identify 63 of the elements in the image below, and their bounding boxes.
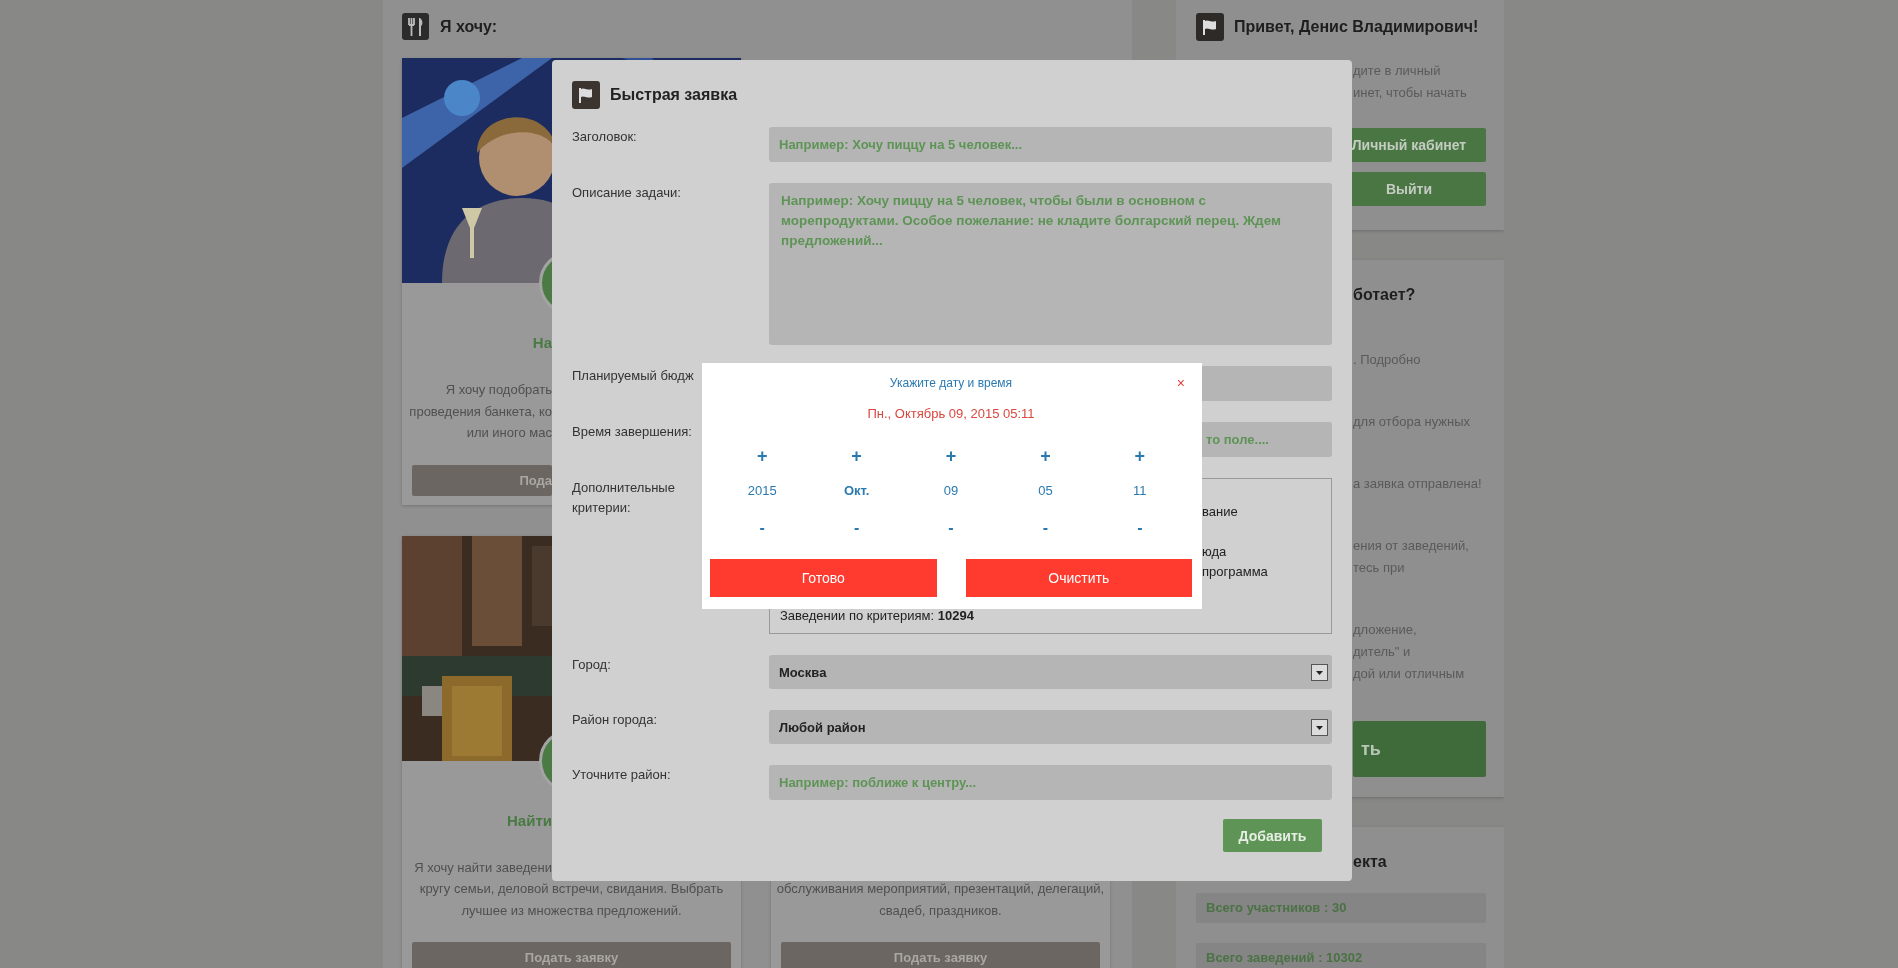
- card-text: или иного мас: [465, 424, 552, 442]
- picker-button[interactable]: Очистить: [965, 559, 1192, 597]
- increment-button[interactable]: +: [847, 446, 866, 466]
- caret-icon[interactable]: [1311, 663, 1328, 681]
- close-button[interactable]: ×: [1176, 376, 1185, 390]
- criteria-count: Заведении по критериям: 10294: [780, 608, 975, 624]
- card-title: Привет, Денис Владимирович!: [1234, 16, 1479, 37]
- picker-value[interactable]: 2015: [747, 481, 777, 501]
- increment-button[interactable]: +: [941, 446, 961, 466]
- field-label: Планируемый бюдж: [572, 367, 695, 385]
- field-label: Описание задачи:: [572, 184, 682, 202]
- card-text: кругу семьи, деловой встречи, свидания. Выбрать: [418, 880, 725, 898]
- submit-button[interactable]: Пода: [412, 464, 552, 496]
- cutlery-icon: [402, 13, 429, 40]
- increment-button[interactable]: +: [752, 446, 772, 466]
- card-title: Найти: [506, 810, 552, 831]
- section-title: Я хочу:: [440, 17, 498, 36]
- picker-value[interactable]: Окт.: [843, 481, 870, 501]
- criteria-item[interactable]: вание: [1202, 502, 1321, 522]
- card-text: обслуживания мероприятий, презентаций, делегаций,: [775, 880, 1106, 898]
- increment-button[interactable]: +: [1036, 446, 1055, 466]
- card-text: Я хочу подобрать: [444, 381, 552, 399]
- text-area[interactable]: Например: Хочу пиццу на 5 человек, чтобы были в основном с морепродуктами. Особое пожелание: не кладите болгарский перец. Ждем предложений...: [769, 183, 1332, 345]
- decrement-button[interactable]: -: [1133, 518, 1147, 538]
- card-text: проведения банкета, ко: [408, 402, 552, 421]
- field-label: Район города:: [572, 711, 659, 729]
- picker-button[interactable]: Готово: [710, 559, 937, 597]
- card-text: Я хочу найти заведени: [413, 858, 552, 877]
- select-field[interactable]: Москва: [769, 655, 1332, 689]
- card-title: екта: [1353, 852, 1388, 872]
- submit-button[interactable]: Подать заявку: [781, 942, 1100, 968]
- submit-button[interactable]: Подать заявку: [412, 942, 731, 968]
- decrement-button[interactable]: -: [755, 518, 769, 538]
- select-field[interactable]: Любой район: [769, 710, 1332, 744]
- picker-value[interactable]: 05: [1038, 481, 1053, 501]
- picker-value[interactable]: 09: [943, 481, 959, 501]
- card-text: лучшее из множества предложений.: [460, 901, 683, 920]
- field-label: Заголовок:: [572, 128, 638, 146]
- flag-icon: [572, 81, 600, 109]
- selected-date: Пн., Октябрь 09, 2015 05:11: [866, 406, 1036, 422]
- input-field[interactable]: Например: Хочу пиццу на 5 человек...: [769, 127, 1332, 162]
- stat-row: Всего заведений : 10302: [1196, 943, 1486, 968]
- picker-title: Укажите дату и время: [889, 376, 1013, 390]
- field-label: Город:: [572, 656, 612, 674]
- action-button[interactable]: ть: [1353, 721, 1486, 777]
- field-label: Время завершения:: [572, 423, 693, 441]
- card-text: свадеб, праздников.: [878, 901, 1003, 920]
- card-title: На: [531, 333, 552, 353]
- add-button[interactable]: Добавить: [1223, 819, 1322, 852]
- criteria-item[interactable]: программа: [1202, 562, 1321, 582]
- picker-value[interactable]: 11: [1133, 481, 1147, 501]
- decrement-button[interactable]: -: [1038, 518, 1053, 538]
- card-title: ботает?: [1353, 285, 1417, 305]
- flag-icon: [1196, 12, 1224, 41]
- caret-icon[interactable]: [1311, 718, 1328, 736]
- field-label: Дополнительные критерии:: [572, 479, 676, 517]
- decrement-button[interactable]: -: [849, 518, 864, 538]
- decrement-button[interactable]: -: [944, 518, 958, 538]
- criteria-item[interactable]: юда: [1202, 542, 1321, 562]
- increment-button[interactable]: +: [1130, 446, 1150, 466]
- input-field[interactable]: Например: поближе к центру...: [769, 765, 1332, 800]
- modal-title: Быстрая заявка: [610, 86, 738, 104]
- stat-row: Всего участников : 30: [1196, 893, 1486, 923]
